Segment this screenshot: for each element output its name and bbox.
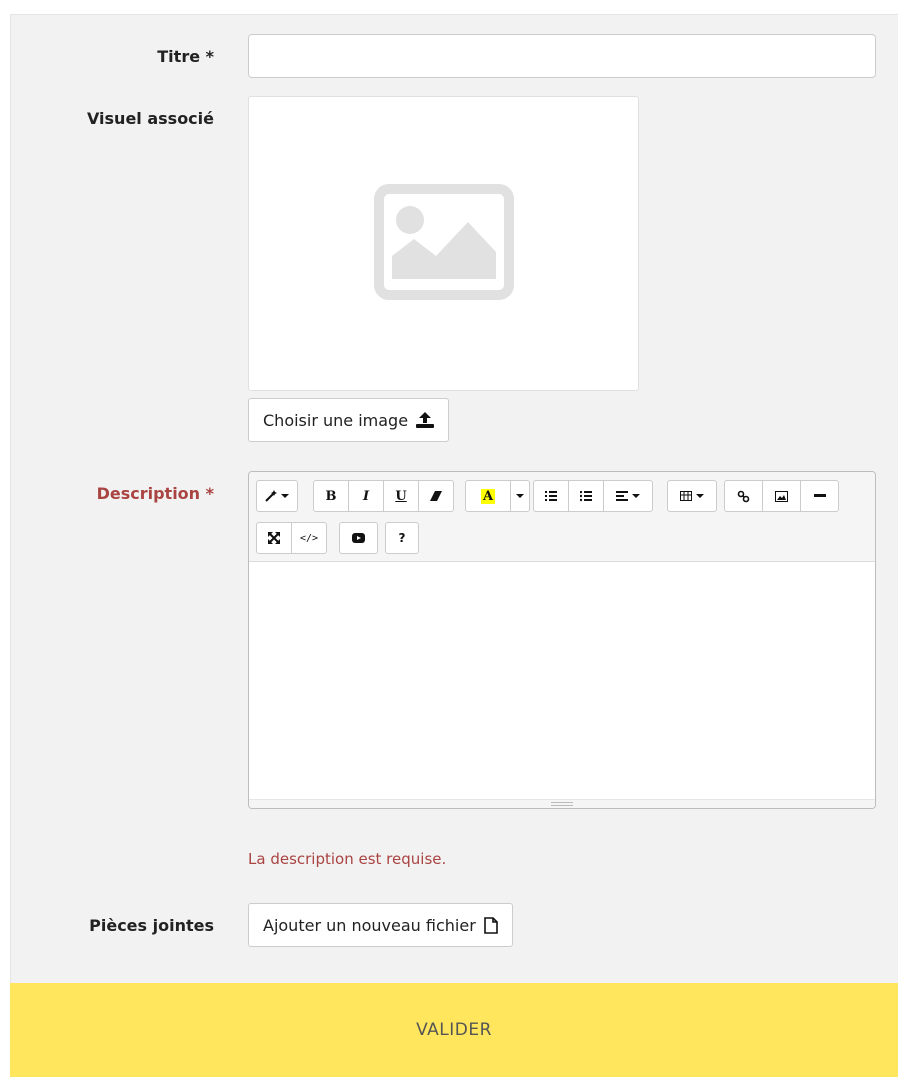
picture-button[interactable] xyxy=(762,480,801,512)
code-view-icon: </> xyxy=(299,532,319,544)
editor-resize-bar[interactable] xyxy=(249,799,875,808)
fullscreen-button[interactable] xyxy=(256,522,292,554)
ordered-list-icon xyxy=(545,490,557,501)
add-file-label: Ajouter un nouveau fichier xyxy=(263,915,476,935)
choose-image-label: Choisir une image xyxy=(263,410,409,430)
color-dropdown-button[interactable] xyxy=(510,480,530,512)
title-input[interactable] xyxy=(248,34,876,78)
fullscreen-icon xyxy=(268,532,280,544)
file-icon xyxy=(483,916,498,934)
clear-format-button[interactable] xyxy=(418,480,454,512)
ordered-list-button[interactable] xyxy=(533,480,569,512)
description-editor: B I U A </> ? xyxy=(248,471,876,809)
italic-button[interactable]: I xyxy=(348,480,384,512)
unordered-list-icon xyxy=(580,490,592,501)
choose-image-button[interactable]: Choisir une image xyxy=(248,398,450,442)
resize-grip-icon xyxy=(551,802,573,806)
help-button[interactable]: ? xyxy=(385,522,419,554)
eraser-icon xyxy=(430,491,442,501)
style-button[interactable] xyxy=(256,480,298,512)
picture-icon xyxy=(775,490,788,502)
video-icon xyxy=(352,533,365,543)
image-preview xyxy=(248,96,639,391)
add-file-button[interactable]: Ajouter un nouveau fichier xyxy=(248,903,513,947)
image-placeholder-icon xyxy=(374,184,514,300)
submit-button[interactable]: VALIDER xyxy=(10,983,898,1077)
bold-button[interactable]: B xyxy=(313,480,349,512)
code-view-button[interactable]: </> xyxy=(291,522,327,554)
chevron-down-icon xyxy=(516,494,524,498)
magic-wand-icon xyxy=(265,490,277,502)
align-icon xyxy=(616,491,628,501)
color-letter: A xyxy=(480,488,496,504)
unordered-list-button[interactable] xyxy=(568,480,604,512)
description-label: Description * xyxy=(96,484,214,503)
align-button[interactable] xyxy=(603,480,653,512)
description-editor-area[interactable] xyxy=(249,563,875,800)
table-button[interactable] xyxy=(667,480,717,512)
underline-button[interactable]: U xyxy=(383,480,419,512)
editor-toolbar: B I U A </> ? xyxy=(249,472,875,562)
video-button[interactable] xyxy=(339,522,378,554)
horizontal-rule-button[interactable] xyxy=(800,480,839,512)
title-label: Titre * xyxy=(157,47,214,66)
table-icon xyxy=(680,491,692,501)
link-button[interactable] xyxy=(724,480,763,512)
visual-label: Visuel associé xyxy=(86,109,214,128)
attachments-label: Pièces jointes xyxy=(89,916,214,935)
upload-icon xyxy=(416,412,435,428)
description-error: La description est requise. xyxy=(248,850,447,868)
link-icon xyxy=(737,490,750,502)
color-button[interactable]: A xyxy=(465,480,511,512)
horizontal-rule-icon xyxy=(813,494,826,497)
